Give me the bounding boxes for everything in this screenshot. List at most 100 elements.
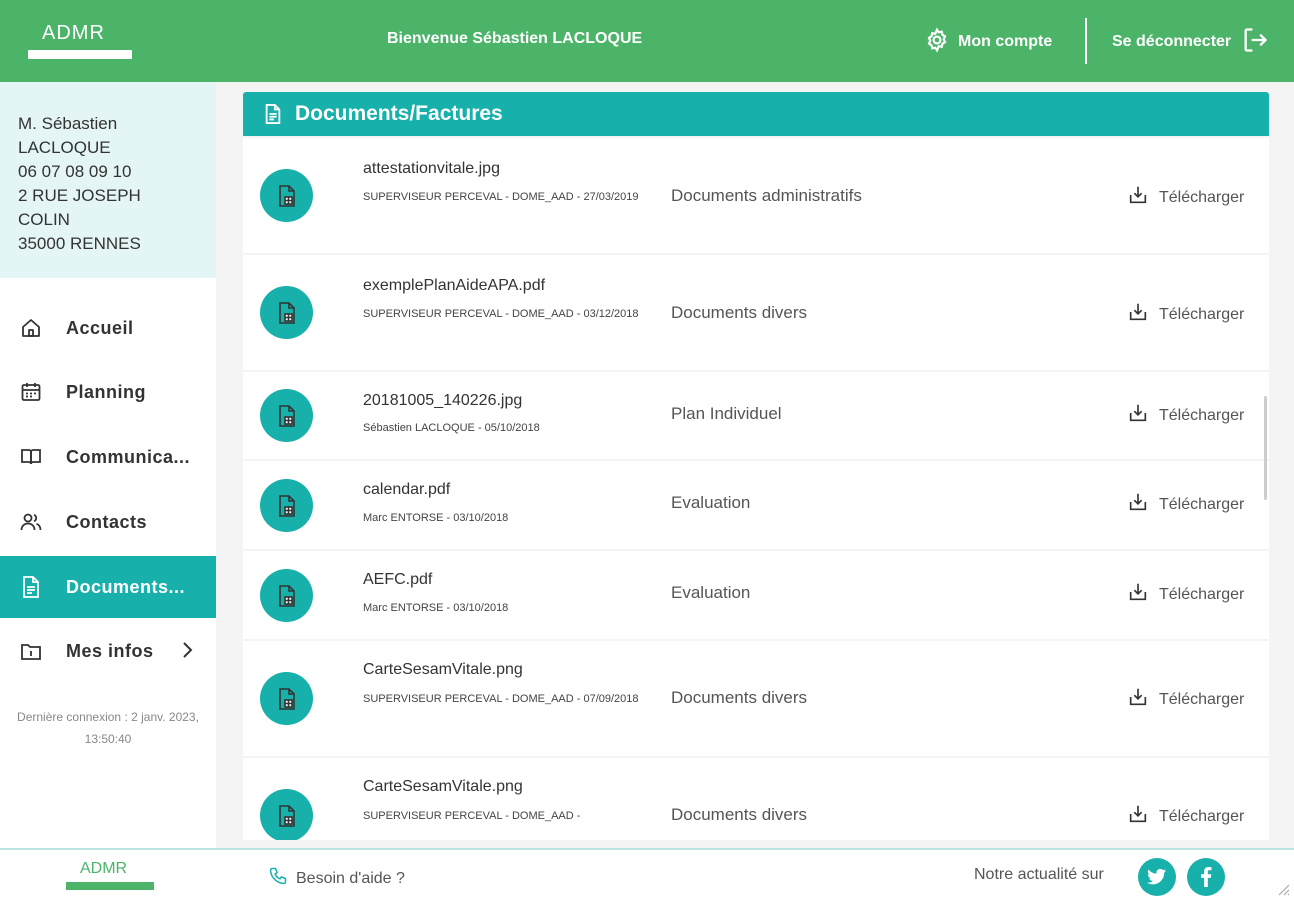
download-button[interactable]: Télécharger (1127, 803, 1244, 830)
download-button[interactable]: Télécharger (1127, 581, 1244, 608)
document-filename: CarteSesamVitale.png (363, 778, 523, 795)
download-icon (1127, 184, 1149, 211)
document-icon (263, 103, 283, 125)
calendar-icon (18, 379, 44, 405)
logout-label: Se déconnecter (1112, 33, 1232, 50)
sidebar-item-planning[interactable]: Planning (0, 361, 216, 423)
document-filename: AEFC.pdf (363, 571, 433, 588)
download-label: Télécharger (1159, 807, 1245, 825)
download-button[interactable]: Télécharger (1127, 184, 1244, 211)
document-filename: exemplePlanAideAPA.pdf (363, 277, 546, 294)
download-button[interactable]: Télécharger (1127, 491, 1244, 518)
file-icon (260, 789, 313, 840)
help-label: Besoin d'aide ? (296, 869, 405, 887)
file-icon (260, 672, 313, 725)
footer-admr-logo[interactable]: ADMR (66, 860, 154, 894)
download-label: Télécharger (1159, 188, 1245, 206)
download-icon (1127, 402, 1149, 429)
sidebar-item-mes-infos[interactable]: Mes infos (0, 620, 216, 682)
document-category: Documents administratifs (671, 186, 862, 205)
chevron-right-icon (180, 640, 194, 665)
download-icon (1127, 686, 1149, 713)
user-info-box: M. Sébastien LACLOQUE 06 07 08 09 10 2 R… (0, 82, 216, 278)
download-label: Télécharger (1159, 690, 1245, 708)
document-category: Evaluation (671, 493, 751, 512)
document-row[interactable]: CarteSesamVitale.png SUPERVISEUR PERCEVA… (243, 641, 1269, 756)
user-name-line: M. Sébastien (18, 114, 118, 133)
document-meta: SUPERVISEUR PERCEVAL - DOME_AAD - 27/03/… (363, 191, 639, 203)
document-row[interactable]: AEFC.pdf Marc ENTORSE - 03/10/2018 Evalu… (243, 551, 1269, 639)
logo-bar (28, 50, 132, 59)
document-meta: Marc ENTORSE - 03/10/2018 (363, 602, 509, 614)
sidebar-item-label: Planning (66, 381, 146, 402)
download-label: Télécharger (1159, 585, 1245, 603)
welcome-message: Bienvenue Sébastien LACLOQUE (387, 30, 643, 47)
user-city-line: 35000 RENNES (18, 234, 141, 253)
document-filename: calendar.pdf (363, 481, 451, 498)
document-row[interactable]: attestationvitale.jpg SUPERVISEUR PERCEV… (243, 138, 1269, 253)
download-button[interactable]: Télécharger (1127, 686, 1244, 713)
footer-logo-text: ADMR (80, 860, 128, 877)
page-title-bar: Documents/Factures (243, 92, 1269, 136)
sidebar-item-label: Accueil (66, 317, 134, 338)
file-icon (260, 569, 313, 622)
download-button[interactable]: Télécharger (1127, 402, 1244, 429)
footer-logo-bar (66, 882, 154, 890)
facebook-icon[interactable] (1187, 858, 1225, 896)
sidebar-item-label: Contacts (66, 511, 148, 532)
document-category: Documents divers (671, 303, 808, 322)
admr-logo[interactable]: ADMR (28, 22, 132, 64)
last-login-info: Dernière connexion : 2 janv. 2023, 13:50… (0, 706, 216, 750)
user-phone-line: 06 07 08 09 10 (18, 162, 132, 181)
user-address-line: 2 RUE JOSEPH (18, 186, 141, 205)
document-icon (18, 574, 44, 600)
scrollbar-thumb[interactable] (1264, 396, 1267, 500)
download-icon (1127, 491, 1149, 518)
sidebar-item-contacts[interactable]: Contacts (0, 491, 216, 553)
document-list[interactable]: attestationvitale.jpg SUPERVISEUR PERCEV… (243, 138, 1269, 840)
document-row[interactable]: calendar.pdf Marc ENTORSE - 03/10/2018 E… (243, 461, 1269, 549)
twitter-icon[interactable] (1138, 858, 1176, 896)
phone-icon (268, 866, 288, 891)
download-icon (1127, 301, 1149, 328)
document-meta: SUPERVISEUR PERCEVAL - DOME_AAD - (363, 810, 581, 822)
sidebar-item-communication[interactable]: Communica... (0, 426, 216, 488)
download-button[interactable]: Télécharger (1127, 301, 1244, 328)
sidebar-item-accueil[interactable]: Accueil (0, 297, 216, 359)
book-icon (18, 444, 44, 470)
document-meta: SUPERVISEUR PERCEVAL - DOME_AAD - 03/12/… (363, 308, 639, 320)
help-link[interactable]: Besoin d'aide ? (268, 866, 405, 891)
download-label: Télécharger (1159, 305, 1245, 323)
document-category: Evaluation (671, 583, 751, 602)
info-folder-icon (18, 638, 44, 664)
file-icon (260, 479, 313, 532)
document-row[interactable]: CarteSesamVitale.png SUPERVISEUR PERCEVA… (243, 758, 1269, 840)
document-category: Documents divers (671, 688, 808, 707)
document-row[interactable]: 20181005_140226.jpg Sébastien LACLOQUE -… (243, 372, 1269, 459)
document-row[interactable]: exemplePlanAideAPA.pdf SUPERVISEUR PERCE… (243, 255, 1269, 370)
file-icon (260, 389, 313, 442)
download-icon (1127, 803, 1149, 830)
sidebar-item-documents[interactable]: Documents... (0, 556, 216, 618)
users-icon (18, 509, 44, 535)
header-divider (1085, 18, 1087, 64)
resize-grip-icon[interactable] (1276, 882, 1290, 900)
top-header: ADMR Bienvenue Sébastien LACLOQUE Mon co… (0, 0, 1294, 82)
account-button[interactable]: Mon compte (924, 26, 1053, 58)
user-address-line-2: COLIN (18, 210, 70, 229)
sidebar-item-label: Documents... (66, 576, 186, 597)
footer: ADMR Besoin d'aide ? Notre actualité sur (0, 848, 1294, 900)
last-login-time: 13:50:40 (84, 732, 132, 746)
page-title: Documents/Factures (295, 102, 503, 125)
news-label: Notre actualité sur (974, 866, 1104, 883)
last-login-date: Dernière connexion : 2 janv. 2023, (17, 710, 199, 724)
account-label: Mon compte (958, 33, 1053, 50)
logout-button[interactable]: Se déconnecter (1112, 26, 1269, 59)
user-surname-line: LACLOQUE (18, 138, 111, 157)
sidebar-item-label: Communica... (66, 446, 191, 467)
file-icon (260, 169, 313, 222)
gear-icon (924, 26, 950, 58)
document-meta: SUPERVISEUR PERCEVAL - DOME_AAD - 07/09/… (363, 693, 639, 705)
document-filename: 20181005_140226.jpg (363, 392, 523, 409)
logout-icon (1241, 26, 1269, 59)
